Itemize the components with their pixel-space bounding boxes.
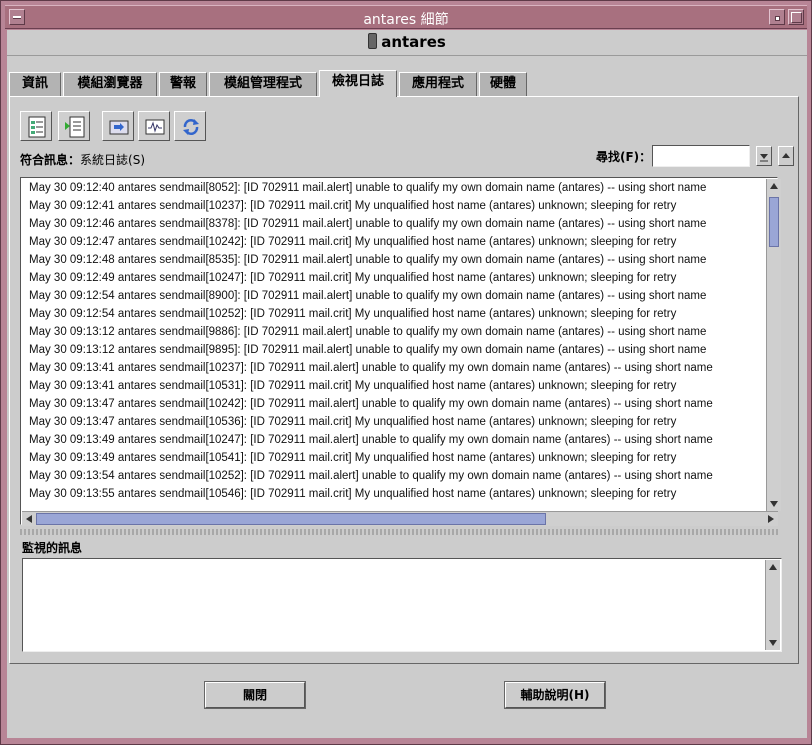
log-horizontal-scrollbar[interactable] [22, 511, 778, 526]
log-view-icon [65, 116, 85, 138]
log-line[interactable]: May 30 09:13:41 antares sendmail[10237]:… [29, 362, 713, 374]
help-button[interactable]: 輔助說明(H) [504, 681, 606, 709]
host-icon [368, 33, 378, 49]
window-title: antares 細節 [363, 12, 449, 28]
log-view-button[interactable] [58, 111, 90, 141]
scroll-down-icon[interactable] [767, 497, 781, 511]
log-line[interactable]: May 30 09:12:46 antares sendmail[8378]: … [29, 218, 706, 230]
scroll-up-icon[interactable] [767, 179, 781, 193]
refresh-button[interactable] [174, 111, 206, 141]
matching-value: 系統日誌(S) [80, 153, 145, 167]
matching-messages: 符合訊息：系統日誌(S) [20, 151, 145, 168]
tab-module-manager[interactable]: 模組管理程式 [209, 72, 317, 96]
find-next-button[interactable] [756, 146, 772, 166]
log-line[interactable]: May 30 09:13:47 antares sendmail[10242]:… [29, 398, 713, 410]
log-details-button[interactable] [20, 111, 52, 141]
monitored-messages-area[interactable] [22, 558, 782, 652]
scroll-right-icon[interactable] [764, 512, 778, 526]
chevron-up-icon [782, 153, 790, 158]
minimize-icon[interactable] [769, 9, 785, 25]
tab-info[interactable]: 資訊 [9, 72, 61, 96]
log-line[interactable]: May 30 09:12:40 antares sendmail[8052]: … [29, 182, 706, 194]
window-frame: antares 細節 antares 資訊 模組瀏覽器 警報 模組管理程式 檢視… [0, 0, 812, 745]
log-line[interactable]: May 30 09:13:41 antares sendmail[10531]:… [29, 380, 676, 392]
log-line[interactable]: May 30 09:13:55 antares sendmail[10546]:… [29, 488, 676, 500]
log-vertical-scrollbar[interactable] [766, 179, 781, 511]
import-icon [109, 120, 129, 135]
maximize-icon[interactable] [788, 9, 804, 25]
log-line[interactable]: May 30 09:12:48 antares sendmail[8535]: … [29, 254, 706, 266]
log-line[interactable]: May 30 09:12:41 antares sendmail[10237]:… [29, 200, 676, 212]
import-button[interactable] [102, 111, 134, 141]
scroll-up-icon[interactable] [766, 560, 780, 574]
window-content: antares 資訊 模組瀏覽器 警報 模組管理程式 檢視日誌 應用程式 硬體 [7, 30, 807, 738]
split-pane-divider[interactable] [20, 529, 780, 535]
find-input[interactable] [652, 145, 750, 167]
view-log-panel: 符合訊息：系統日誌(S) 尋找(F)： May 30 09:12:40 anta… [9, 96, 799, 664]
close-button[interactable]: 關閉 [204, 681, 306, 709]
monitor-button[interactable] [138, 111, 170, 141]
log-line[interactable]: May 30 09:13:49 antares sendmail[10247]:… [29, 434, 713, 446]
tab-alarms[interactable]: 警報 [159, 72, 207, 96]
tab-view-log[interactable]: 檢視日誌 [319, 70, 397, 97]
log-line[interactable]: May 30 09:12:54 antares sendmail[8900]: … [29, 290, 706, 302]
monitor-icon [145, 119, 165, 135]
log-line[interactable]: May 30 09:13:54 antares sendmail[10252]:… [29, 470, 713, 482]
tab-bar: 資訊 模組瀏覽器 警報 模組管理程式 檢視日誌 應用程式 硬體 [9, 70, 799, 97]
title-bar[interactable]: antares 細節 [5, 5, 807, 29]
scroll-down-icon[interactable] [766, 636, 780, 650]
log-line[interactable]: May 30 09:13:47 antares sendmail[10536]:… [29, 416, 676, 428]
refresh-icon [183, 119, 199, 135]
monitored-vertical-scrollbar[interactable] [765, 560, 780, 650]
log-details-icon [28, 116, 46, 138]
tab-module-browser[interactable]: 模組瀏覽器 [63, 72, 157, 96]
chevron-down-icon [760, 154, 768, 162]
monitored-messages-label: 監視的訊息 [22, 541, 83, 555]
host-header: antares [7, 30, 807, 56]
matching-label: 符合訊息： [20, 153, 81, 167]
scroll-left-icon[interactable] [22, 512, 36, 526]
find-label: 尋找(F)： [596, 150, 652, 164]
tab-hardware[interactable]: 硬體 [479, 72, 527, 96]
log-line[interactable]: May 30 09:12:54 antares sendmail[10252]:… [29, 308, 676, 320]
tab-applications[interactable]: 應用程式 [399, 72, 477, 96]
log-line[interactable]: May 30 09:13:12 antares sendmail[9886]: … [29, 326, 706, 338]
log-line[interactable]: May 30 09:12:47 antares sendmail[10242]:… [29, 236, 676, 248]
log-line[interactable]: May 30 09:13:49 antares sendmail[10541]:… [29, 452, 676, 464]
find-previous-button[interactable] [778, 146, 794, 166]
log-line[interactable]: May 30 09:13:12 antares sendmail[9895]: … [29, 344, 706, 356]
log-line[interactable]: May 30 09:12:49 antares sendmail[10247]:… [29, 272, 676, 284]
log-vertical-scroll-thumb[interactable] [769, 197, 779, 247]
log-list[interactable]: May 30 09:12:40 antares sendmail[8052]: … [20, 177, 778, 525]
log-horizontal-scroll-thumb[interactable] [36, 513, 546, 525]
host-name: antares [381, 33, 446, 51]
